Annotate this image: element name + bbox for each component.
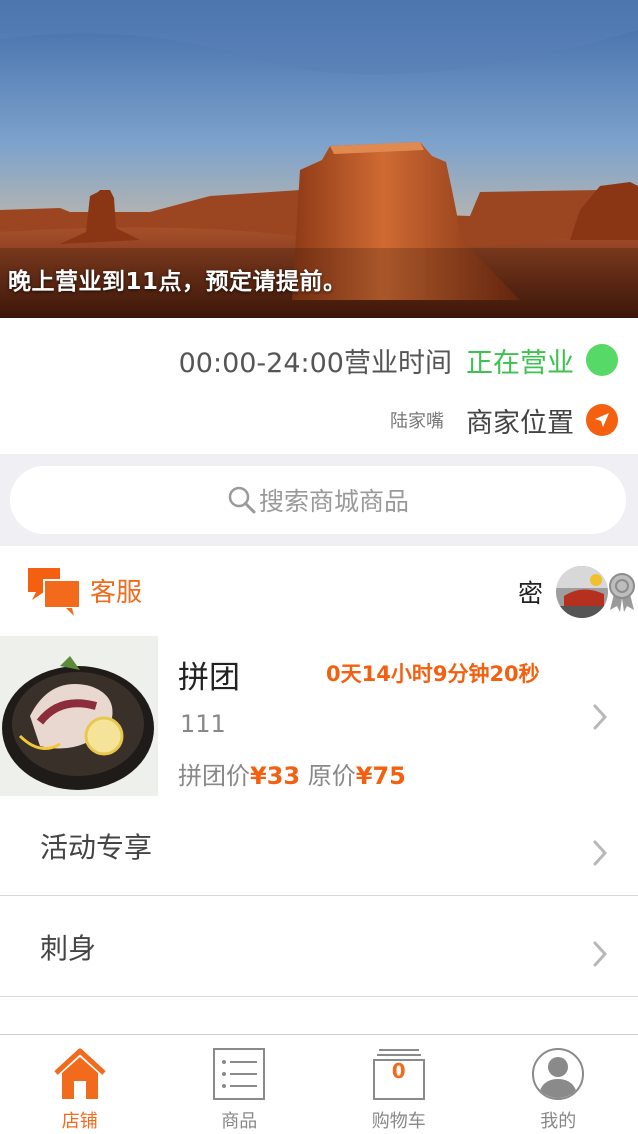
category-item-activity[interactable]: 活动专享 <box>0 796 638 896</box>
store-hours-row: 00:00-24:00营业时间 正在营业 <box>179 340 618 380</box>
search-input[interactable]: 搜索商城商品 <box>10 466 626 534</box>
customer-service-button[interactable]: 客服 <box>90 572 142 609</box>
chat-bubbles-icon[interactable] <box>26 566 82 618</box>
original-price: ¥75 <box>355 762 406 790</box>
tab-products[interactable]: 商品 <box>160 1035 320 1134</box>
tab-me[interactable]: 我的 <box>479 1035 638 1134</box>
chevron-right-icon <box>593 704 607 730</box>
category-item-sashimi[interactable]: 刺身 <box>0 897 638 997</box>
open-status-dot-icon <box>586 344 618 376</box>
group-buy-item-name: 111 <box>180 710 226 738</box>
tab-label: 店铺 <box>61 1111 98 1132</box>
store-banner[interactable]: 晚上营业到11点，预定请提前。 <box>0 0 638 318</box>
group-buy-countdown: 0天14小时9分钟20秒 <box>326 662 540 686</box>
tab-label: 我的 <box>540 1111 577 1132</box>
store-area: 陆家嘴 <box>390 411 444 432</box>
search-placeholder: 搜索商城商品 <box>258 487 409 516</box>
group-price-label: 拼团价 <box>178 762 250 790</box>
chevron-right-icon <box>593 941 607 967</box>
group-buy-item[interactable]: 拼团 0天14小时9分钟20秒 111 拼团价¥33 原价¥75 <box>0 636 638 796</box>
group-buy-title: 拼团 <box>178 660 240 696</box>
group-buy-prices: 拼团价¥33 原价¥75 <box>178 756 406 791</box>
cart-count-badge: 0 <box>391 1059 406 1083</box>
customer-service-row: 客服 密 <box>0 546 638 636</box>
store-location-label[interactable]: 商家位置 <box>466 401 574 440</box>
user-name: 密 <box>518 579 544 608</box>
search-section: 搜索商城商品 <box>0 454 638 546</box>
location-arrow-icon[interactable] <box>586 404 618 436</box>
store-location-row[interactable]: 陆家嘴 商家位置 <box>390 400 618 440</box>
award-ribbon-icon <box>609 573 635 612</box>
home-icon <box>54 1048 106 1099</box>
bottom-tab-bar: 店铺 商品 0 购物车 我的 <box>0 1034 638 1134</box>
tab-label: 购物车 <box>371 1111 426 1132</box>
category-label: 刺身 <box>40 932 97 965</box>
group-price: ¥33 <box>250 762 301 790</box>
banner-caption: 晚上营业到11点，预定请提前。 <box>8 269 347 295</box>
business-hours: 00:00-24:00营业时间 <box>178 347 452 379</box>
search-icon <box>228 486 256 514</box>
chevron-right-icon <box>593 840 607 866</box>
category-label: 活动专享 <box>40 831 153 864</box>
list-icon <box>213 1048 266 1100</box>
group-buy-thumbnail <box>0 636 158 796</box>
user-icon <box>532 1048 585 1100</box>
avatar[interactable] <box>556 566 608 618</box>
tab-cart[interactable]: 0 购物车 <box>319 1035 479 1134</box>
tab-store[interactable]: 店铺 <box>0 1035 160 1134</box>
tab-label: 商品 <box>221 1111 258 1132</box>
open-status: 正在营业 <box>466 347 574 379</box>
original-price-label: 原价 <box>307 762 356 790</box>
